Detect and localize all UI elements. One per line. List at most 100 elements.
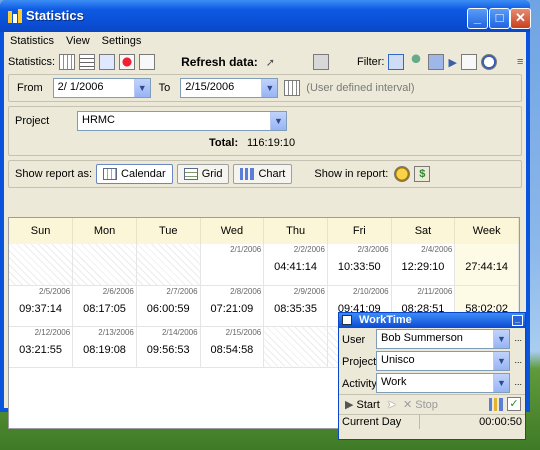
menu-settings[interactable]: Settings — [102, 35, 142, 47]
to-date-picker[interactable]: 2/15/2006 ▼ — [180, 78, 279, 98]
calendar-picker-icon[interactable] — [284, 80, 301, 96]
header-sat: Sat — [391, 218, 456, 244]
from-date-picker[interactable]: 2/ 1/2006 ▼ — [52, 78, 151, 98]
header-mon: Mon — [72, 218, 137, 244]
stop-button[interactable]: ✕ Stop — [403, 398, 438, 411]
calendar-cell[interactable]: 2/5/2006 09:37:14 — [9, 285, 74, 327]
project-select[interactable]: Unisco ▼ — [376, 351, 510, 371]
bar-chart-icon[interactable] — [489, 398, 503, 411]
cell-value: 04:41:14 — [274, 261, 317, 273]
title-bar[interactable]: Statistics _ □ ✕ — [0, 0, 531, 32]
project-label: Project — [342, 356, 377, 368]
project-group: Project HRMC ▼ Total: 116:19:10 — [8, 106, 522, 156]
calendar-cell[interactable]: 2/9/2006 08:35:35 — [263, 285, 328, 327]
chart-view-button[interactable]: Chart — [233, 164, 293, 184]
clock-icon[interactable] — [480, 54, 497, 70]
worktime-minimize-button[interactable]: _ — [512, 315, 523, 326]
window-title: Statistics — [26, 8, 84, 23]
calendar-cell[interactable]: 2/2/2006 04:41:14 — [263, 244, 328, 286]
user-filter-icon[interactable] — [408, 54, 425, 70]
activity-select[interactable]: Work ▼ — [376, 373, 510, 393]
activity-value: Work — [381, 376, 407, 388]
refresh-label: Refresh data: — [181, 55, 258, 69]
calendar-cell[interactable] — [9, 244, 74, 286]
menu-statistics[interactable]: Statistics — [10, 35, 54, 47]
calendar-cell[interactable]: 2/15/2006 08:54:58 — [200, 326, 265, 368]
refresh-arrow-icon[interactable]: ➚ — [266, 56, 275, 69]
calendar-cell[interactable]: 2/13/2006 08:19:08 — [72, 326, 137, 368]
calendar-cell[interactable]: 2/8/2006 07:21:09 — [200, 285, 265, 327]
grid-view-button[interactable]: Grid — [176, 164, 230, 184]
chevron-down-icon[interactable]: ▼ — [493, 330, 509, 348]
time-report-icon[interactable] — [394, 166, 411, 182]
cell-date: 2/8/2006 — [230, 286, 262, 296]
calendar-cell[interactable] — [263, 326, 328, 368]
user-row: User Bob Summerson ▼ ... — [339, 328, 525, 350]
list-icon[interactable] — [79, 54, 96, 70]
cell-date: 2/10/2006 — [353, 286, 389, 296]
windows-icon[interactable] — [460, 54, 477, 70]
user-select[interactable]: Bob Summerson ▼ — [376, 329, 510, 349]
print-icon[interactable] — [312, 54, 329, 70]
calendar-view-icon[interactable] — [59, 54, 76, 70]
computer-icon[interactable] — [428, 54, 445, 70]
show-report-group: Show report as: Calendar Grid Chart Show… — [8, 160, 522, 188]
project-select[interactable]: HRMC ▼ — [77, 111, 287, 131]
total-label: Total: — [209, 137, 239, 149]
cell-value: 08:54:58 — [210, 343, 254, 356]
cell-date: 2/2/2006 — [293, 245, 325, 254]
calendar-cell[interactable]: 2/7/2006 06:00:59 — [136, 285, 201, 327]
activity-row: Activity Work ▼ ... — [339, 372, 525, 394]
cell-value: 06:00:59 — [146, 302, 190, 315]
minimize-button[interactable]: _ — [467, 8, 488, 29]
cell-value: 09:56:53 — [146, 343, 190, 356]
cell-date: 2/4/2006 — [421, 245, 453, 254]
project-more-button[interactable]: ... — [514, 355, 522, 365]
start-button[interactable]: ▶ Start — [345, 398, 380, 411]
cursor-icon: ➤ — [387, 399, 397, 411]
filter-label: Filter: — [356, 56, 385, 68]
project-value: HRMC — [82, 114, 115, 126]
calendar-cell[interactable]: 2/3/2006 10:33:50 — [327, 244, 392, 286]
cell-date: 2/1/2006 — [230, 245, 262, 254]
header-thu: Thu — [263, 218, 328, 244]
chevron-down-icon[interactable]: ▼ — [261, 79, 278, 97]
calendar-cell[interactable] — [136, 244, 201, 286]
calendar-cell[interactable] — [72, 244, 137, 286]
header-fri: Fri — [327, 218, 392, 244]
status-label: Current Day — [342, 416, 402, 428]
cell-date: 2/11/2006 — [417, 286, 453, 296]
report-icon[interactable] — [99, 54, 116, 70]
chevron-down-icon[interactable]: ▼ — [493, 374, 509, 392]
chevron-down-icon[interactable]: ▼ — [270, 112, 286, 130]
clear-filter-icon[interactable]: ≡ — [517, 56, 523, 68]
copy-icon[interactable] — [139, 54, 156, 70]
worktime-panel: WorkTime _ User Bob Summerson ▼ ... Proj… — [338, 312, 526, 440]
money-icon[interactable]: $ — [414, 166, 431, 182]
maximize-button[interactable]: □ — [489, 8, 510, 29]
user-more-button[interactable]: ... — [514, 333, 522, 343]
calendar-cell[interactable]: 2/1/2006 — [200, 244, 265, 286]
calendar-view-button[interactable]: Calendar — [96, 164, 173, 184]
cell-date: 2/13/2006 — [98, 327, 134, 337]
toolbar: Statistics: Refresh data: ➚ Filter: ▶ ≡ — [4, 50, 526, 74]
chevron-down-icon[interactable]: ▼ — [493, 352, 509, 370]
pie-icon[interactable] — [119, 54, 136, 70]
cell-value: 07:21:09 — [210, 302, 254, 315]
calendar-cell[interactable]: 2/4/2006 12:29:10 — [391, 244, 456, 286]
worktime-controls: ▶ Start ➤ ✕ Stop ✓ — [339, 394, 525, 414]
play-filter-icon[interactable]: ▶ — [448, 56, 456, 69]
cell-value: 03:21:55 — [19, 343, 62, 356]
calendar-icon — [103, 168, 118, 180]
calendar-cell[interactable]: 2/12/2006 03:21:55 — [9, 326, 74, 368]
calendar-cell[interactable]: 2/6/2006 08:17:05 — [72, 285, 137, 327]
close-button[interactable]: ✕ — [510, 8, 531, 29]
calendar-cell[interactable]: 2/14/2006 09:56:53 — [136, 326, 201, 368]
activity-more-button[interactable]: ... — [514, 377, 522, 387]
check-icon[interactable]: ✓ — [507, 397, 521, 411]
show-in-report-label: Show in report: — [314, 168, 389, 180]
chevron-down-icon[interactable]: ▼ — [133, 79, 150, 97]
filter-window-icon[interactable] — [388, 54, 405, 70]
menu-view[interactable]: View — [66, 35, 90, 47]
worktime-title-bar[interactable]: WorkTime _ — [339, 313, 525, 328]
